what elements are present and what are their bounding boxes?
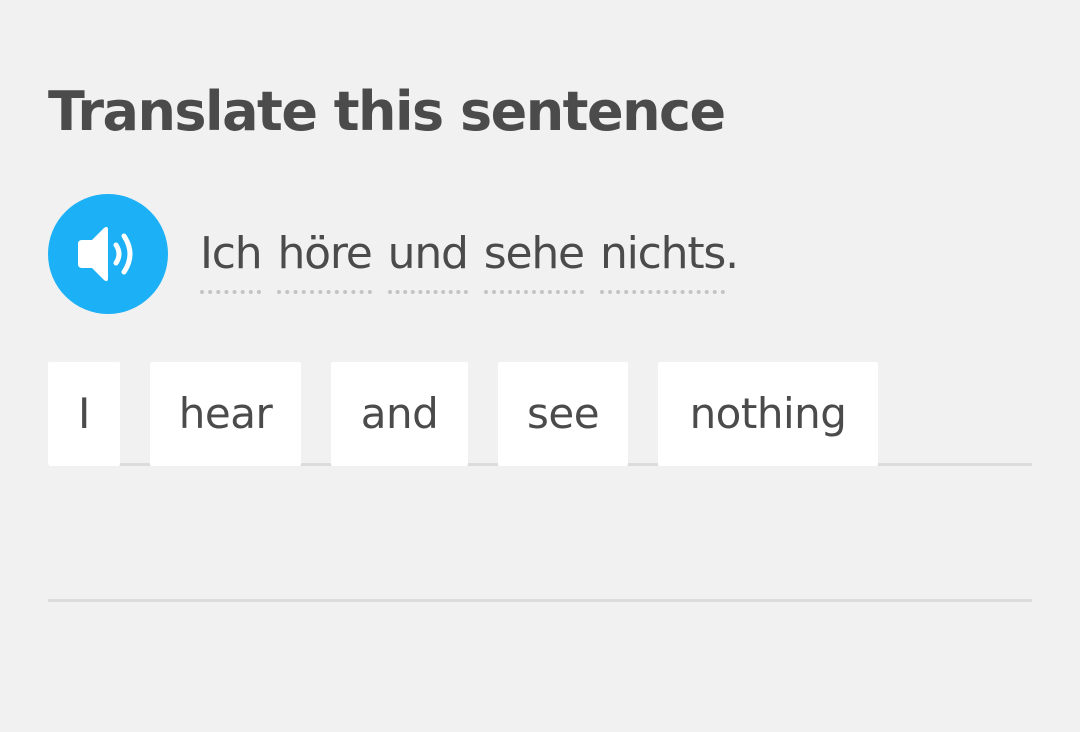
sentence-word[interactable]: und <box>387 224 469 294</box>
word-tile[interactable]: and <box>331 362 468 466</box>
word-tile[interactable]: nothing <box>658 362 878 466</box>
source-sentence: Ich höre und sehe nichts . <box>200 224 739 294</box>
word-tile[interactable]: hear <box>150 362 301 466</box>
speaker-icon <box>78 226 133 282</box>
word-tile[interactable]: see <box>498 362 628 466</box>
sentence-word[interactable]: nichts <box>599 224 726 294</box>
word-tile[interactable]: I <box>48 362 120 466</box>
answer-line <box>48 599 1032 602</box>
sentence-word[interactable]: Ich <box>200 224 263 294</box>
sentence-word[interactable]: höre <box>277 224 373 294</box>
sentence-punctuation: . <box>725 228 739 279</box>
sentence-word[interactable]: sehe <box>483 224 585 294</box>
play-audio-button[interactable] <box>48 194 168 314</box>
page-title: Translate this sentence <box>48 80 726 143</box>
